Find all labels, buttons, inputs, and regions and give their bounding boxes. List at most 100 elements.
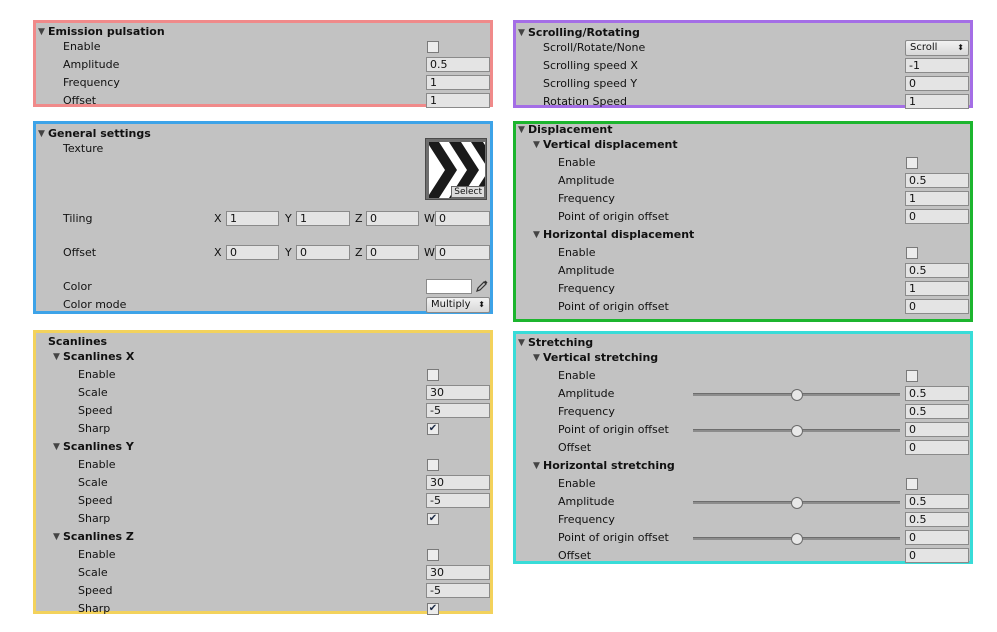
origin-offset-slider[interactable]: [693, 533, 900, 545]
amplitude-slider[interactable]: [693, 497, 900, 509]
amplitude-field[interactable]: 0.5: [905, 494, 969, 509]
amplitude-slider[interactable]: [693, 389, 900, 401]
foldout-triangle-icon[interactable]: ▼: [533, 228, 540, 242]
origin-offset-field[interactable]: 0: [905, 299, 969, 314]
foldout-triangle-icon[interactable]: ▼: [53, 440, 60, 454]
amplitude-field[interactable]: 0.5: [905, 173, 969, 188]
foldout-triangle-icon[interactable]: ▼: [533, 351, 540, 365]
enable-checkbox[interactable]: [427, 369, 439, 381]
scale-field[interactable]: 30: [426, 385, 490, 400]
amplitude-field[interactable]: 0.5: [905, 263, 969, 278]
enable-checkbox[interactable]: [427, 459, 439, 471]
origin-offset-field[interactable]: 0: [905, 530, 969, 545]
slider-knob[interactable]: [790, 533, 803, 545]
foldout-triangle-icon[interactable]: ▼: [38, 127, 45, 141]
foldout-triangle-icon[interactable]: ▼: [38, 25, 45, 39]
color-mode-dropdown[interactable]: Multiply ⬍: [426, 297, 490, 313]
tiling-z-field[interactable]: 0: [366, 211, 419, 226]
offset-field[interactable]: 0: [905, 440, 969, 455]
color-mode-row: Color mode Multiply ⬍: [36, 296, 490, 314]
offset-label: Offset: [558, 549, 592, 562]
tiling-x-field[interactable]: 1: [226, 211, 279, 226]
foldout-triangle-icon[interactable]: ▼: [518, 336, 525, 350]
enable-checkbox[interactable]: [906, 247, 918, 259]
vd-frequency-row: Frequency 1: [516, 190, 970, 208]
color-label: Color: [63, 280, 92, 293]
enable-checkbox[interactable]: [427, 549, 439, 561]
amplitude-field[interactable]: 0.5: [905, 386, 969, 401]
vertical-stretching-header-row[interactable]: ▼ Vertical stretching: [516, 349, 970, 367]
offset-x-field[interactable]: 0: [226, 245, 279, 260]
scale-label: Scale: [78, 476, 108, 489]
checkmark-icon: ✔: [428, 603, 438, 614]
eyedropper-icon[interactable]: [475, 279, 489, 296]
texture-select-button[interactable]: Select: [451, 186, 485, 198]
frequency-field[interactable]: 0.5: [905, 404, 969, 419]
axis-w-label: W: [424, 246, 435, 259]
color-swatch[interactable]: [426, 279, 472, 294]
enable-checkbox[interactable]: [427, 41, 439, 53]
origin-offset-slider[interactable]: [693, 425, 900, 437]
sharp-checkbox[interactable]: ✔: [427, 513, 439, 525]
axis-y-label: Y: [285, 212, 292, 225]
foldout-triangle-icon[interactable]: ▼: [533, 138, 540, 152]
tiling-w-field[interactable]: 0: [435, 211, 490, 226]
foldout-triangle-icon[interactable]: ▼: [533, 459, 540, 473]
amplitude-label: Amplitude: [558, 387, 615, 400]
vertical-displacement-header-row[interactable]: ▼ Vertical displacement: [516, 136, 970, 154]
scanlines-z-header-row[interactable]: ▼ Scanlines Z: [36, 528, 490, 546]
sharp-checkbox[interactable]: ✔: [427, 423, 439, 435]
scroll-speed-x-field[interactable]: -1: [905, 58, 969, 73]
sharp-checkbox[interactable]: ✔: [427, 603, 439, 615]
hs-enable-row: Enable: [516, 475, 970, 493]
slider-knob[interactable]: [790, 425, 803, 437]
texture-thumbnail[interactable]: Select: [425, 138, 487, 200]
checkmark-icon: ✔: [428, 423, 438, 434]
speed-field[interactable]: -5: [426, 403, 490, 418]
frequency-field[interactable]: 1: [905, 281, 969, 296]
offset-field[interactable]: 0: [905, 548, 969, 563]
amplitude-label: Amplitude: [558, 264, 615, 277]
horizontal-displacement-header-row[interactable]: ▼ Horizontal displacement: [516, 226, 970, 244]
enable-label: Enable: [78, 548, 116, 561]
origin-offset-field[interactable]: 0: [905, 209, 969, 224]
speed-field[interactable]: -5: [426, 493, 490, 508]
frequency-field[interactable]: 1: [426, 75, 490, 90]
rotation-speed-field[interactable]: 1: [905, 94, 969, 109]
hs-frequency-row: Frequency 0.5: [516, 511, 970, 529]
vs-frequency-row: Frequency 0.5: [516, 403, 970, 421]
enable-checkbox[interactable]: [906, 157, 918, 169]
slider-knob[interactable]: [790, 497, 803, 509]
slider-knob[interactable]: [790, 389, 803, 401]
offset-z-field[interactable]: 0: [366, 245, 419, 260]
foldout-triangle-icon[interactable]: ▼: [53, 530, 60, 544]
scale-field[interactable]: 30: [426, 475, 490, 490]
enable-checkbox[interactable]: [906, 370, 918, 382]
enable-checkbox[interactable]: [906, 478, 918, 490]
foldout-triangle-icon[interactable]: ▼: [518, 26, 525, 40]
rotation-speed-label: Rotation Speed: [543, 95, 627, 108]
tiling-y-field[interactable]: 1: [296, 211, 350, 226]
scale-field[interactable]: 30: [426, 565, 490, 580]
speed-field[interactable]: -5: [426, 583, 490, 598]
frequency-label: Frequency: [558, 513, 615, 526]
frequency-field[interactable]: 1: [905, 191, 969, 206]
section-title: Displacement: [528, 123, 613, 136]
scroll-speed-y-field[interactable]: 0: [905, 76, 969, 91]
amplitude-field[interactable]: 0.5: [426, 57, 490, 72]
speed-label: Speed: [78, 494, 113, 507]
frequency-field[interactable]: 0.5: [905, 512, 969, 527]
origin-offset-field[interactable]: 0: [905, 422, 969, 437]
offset-y-field[interactable]: 0: [296, 245, 350, 260]
offset-w-field[interactable]: 0: [435, 245, 490, 260]
scanlines-y-header-row[interactable]: ▼ Scanlines Y: [36, 438, 490, 456]
scroll-mode-dropdown[interactable]: Scroll ⬍: [905, 40, 969, 56]
foldout-triangle-icon[interactable]: ▼: [518, 123, 525, 137]
sharp-label: Sharp: [78, 422, 111, 435]
foldout-triangle-icon[interactable]: ▼: [53, 350, 60, 364]
subsection-title: Scanlines Y: [63, 440, 134, 453]
offset-field[interactable]: 1: [426, 93, 490, 108]
scanlines-x-header-row[interactable]: ▼ Scanlines X: [36, 348, 490, 366]
horizontal-stretching-header-row[interactable]: ▼ Horizontal stretching: [516, 457, 970, 475]
scroll-speed-y-label: Scrolling speed Y: [543, 77, 638, 90]
